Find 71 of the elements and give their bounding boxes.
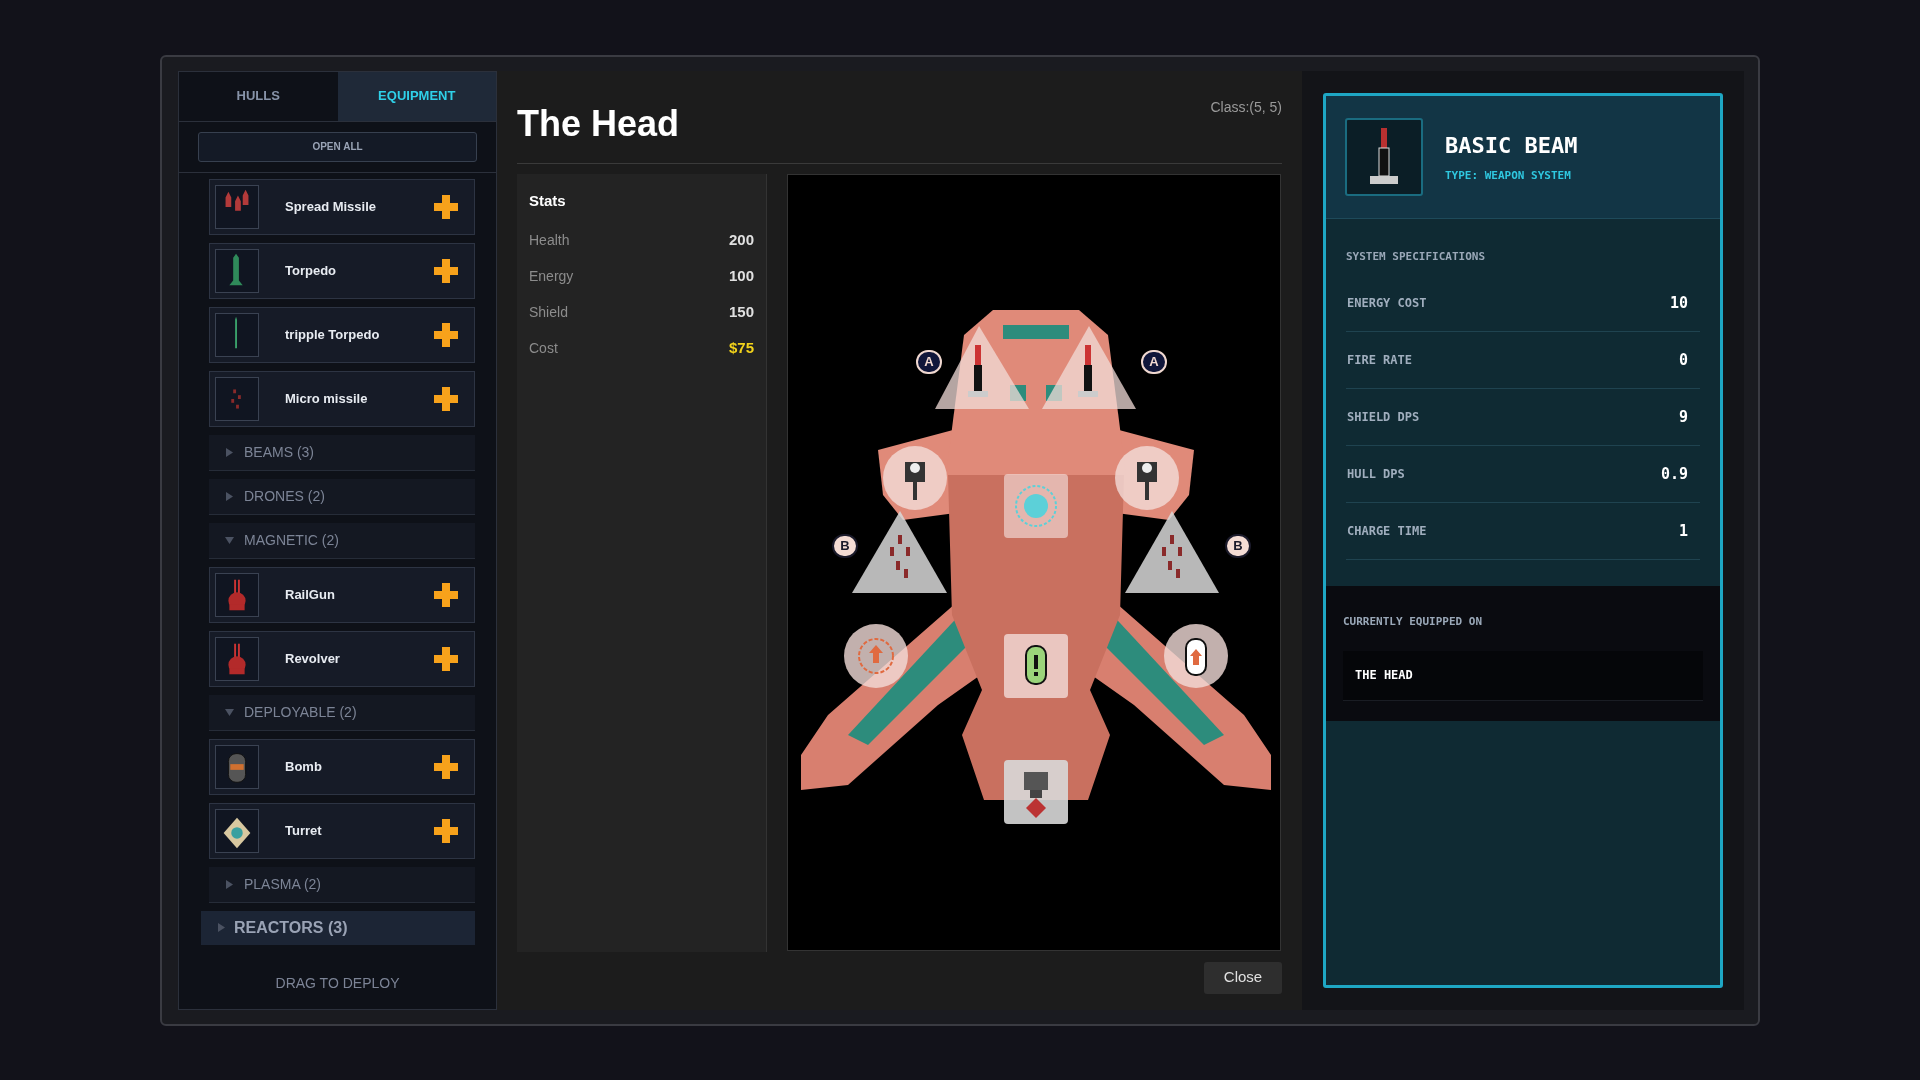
- spec-label: FIRE RATE: [1347, 352, 1413, 369]
- equipped-hull: THE HEAD: [1343, 650, 1703, 701]
- category-header[interactable]: BEAMS (3): [209, 434, 475, 471]
- slot-badge: B: [832, 533, 858, 558]
- category-header[interactable]: MAGNETIC (2): [209, 522, 475, 559]
- equipment-item[interactable]: Turret: [209, 802, 475, 859]
- item-name: BASIC BEAM: [1445, 131, 1578, 160]
- equipment-item[interactable]: Bomb: [209, 738, 475, 795]
- drag-hint: DRAG TO DEPLOY: [275, 974, 400, 993]
- slot-badge: A: [1141, 349, 1167, 374]
- open-all-button[interactable]: OPEN ALL: [198, 131, 477, 162]
- equipment-item[interactable]: Torpedo: [209, 242, 475, 299]
- add-icon[interactable]: [434, 818, 458, 843]
- spec-label: SHIELD DPS: [1347, 409, 1420, 426]
- spec-label: HULL DPS: [1347, 466, 1405, 483]
- stat-value: 100: [728, 265, 754, 286]
- spec-value: 0.9: [1660, 463, 1688, 485]
- tab[interactable]: EQUIPMENT: [337, 71, 496, 121]
- stat-label: Energy: [529, 266, 574, 286]
- category-header[interactable]: DEPLOYABLE (2): [209, 694, 475, 731]
- railgun-icon: [228, 579, 246, 610]
- missiles-icon: [225, 189, 249, 211]
- stat-label: Cost: [529, 338, 558, 358]
- ship-class: Class:(5, 5): [1210, 97, 1282, 117]
- caret-right-icon: [217, 923, 226, 932]
- equipment-item[interactable]: RailGun: [209, 566, 475, 623]
- add-icon[interactable]: [434, 194, 458, 219]
- beam-emitter-icon: [1369, 127, 1399, 186]
- stat-value: 200: [728, 229, 754, 250]
- ship-name: The Head: [517, 101, 680, 146]
- add-icon[interactable]: [434, 646, 458, 671]
- stat-label: Health: [529, 230, 570, 250]
- category-header[interactable]: PLASMA (2): [209, 866, 475, 903]
- bomb-icon: [227, 752, 247, 783]
- spec-value: 1: [1678, 520, 1688, 542]
- stat-label: Shield: [529, 302, 568, 322]
- turret-icon: [223, 817, 251, 848]
- caret-down-icon: [225, 535, 234, 545]
- equipment-item[interactable]: Revolver: [209, 630, 475, 687]
- spec-value: 10: [1669, 292, 1688, 314]
- add-icon[interactable]: [434, 258, 458, 283]
- item-type: TYPE: WEAPON SYSTEM: [1445, 167, 1572, 184]
- stats-title: Stats: [529, 190, 567, 211]
- specs-title: SYSTEM SPECIFICATIONS: [1346, 248, 1487, 265]
- spec-value: 0: [1678, 349, 1688, 371]
- tab[interactable]: HULLS: [179, 71, 338, 121]
- add-icon[interactable]: [434, 322, 458, 347]
- category-header[interactable]: DRONES (2): [209, 478, 475, 515]
- close-button[interactable]: Close: [1204, 961, 1282, 994]
- stat-value: $75: [728, 337, 754, 358]
- equipment-item[interactable]: Micro missile: [209, 370, 475, 427]
- stat-value: 150: [728, 301, 754, 322]
- caret-right-icon: [225, 447, 234, 457]
- add-icon[interactable]: [434, 386, 458, 411]
- railgun-icon: [228, 643, 246, 674]
- add-icon[interactable]: [434, 754, 458, 779]
- add-icon[interactable]: [434, 582, 458, 607]
- group-header[interactable]: REACTORS (3): [201, 910, 475, 945]
- caret-down-icon: [225, 707, 234, 717]
- torpedo-icon: [229, 253, 243, 285]
- equipment-item[interactable]: tripple Torpedo: [209, 306, 475, 363]
- spec-label: CHARGE TIME: [1347, 523, 1427, 540]
- equipment-item[interactable]: Spread Missile: [209, 178, 475, 235]
- slot-badge: A: [916, 349, 942, 374]
- slot-badge: B: [1225, 533, 1251, 558]
- dots-icon: [231, 388, 241, 409]
- caret-right-icon: [225, 491, 234, 501]
- spec-value: 9: [1678, 406, 1688, 428]
- equipped-title: CURRENTLY EQUIPPED ON: [1343, 614, 1484, 630]
- spec-label: ENERGY COST: [1347, 295, 1427, 312]
- caret-right-icon: [225, 879, 234, 889]
